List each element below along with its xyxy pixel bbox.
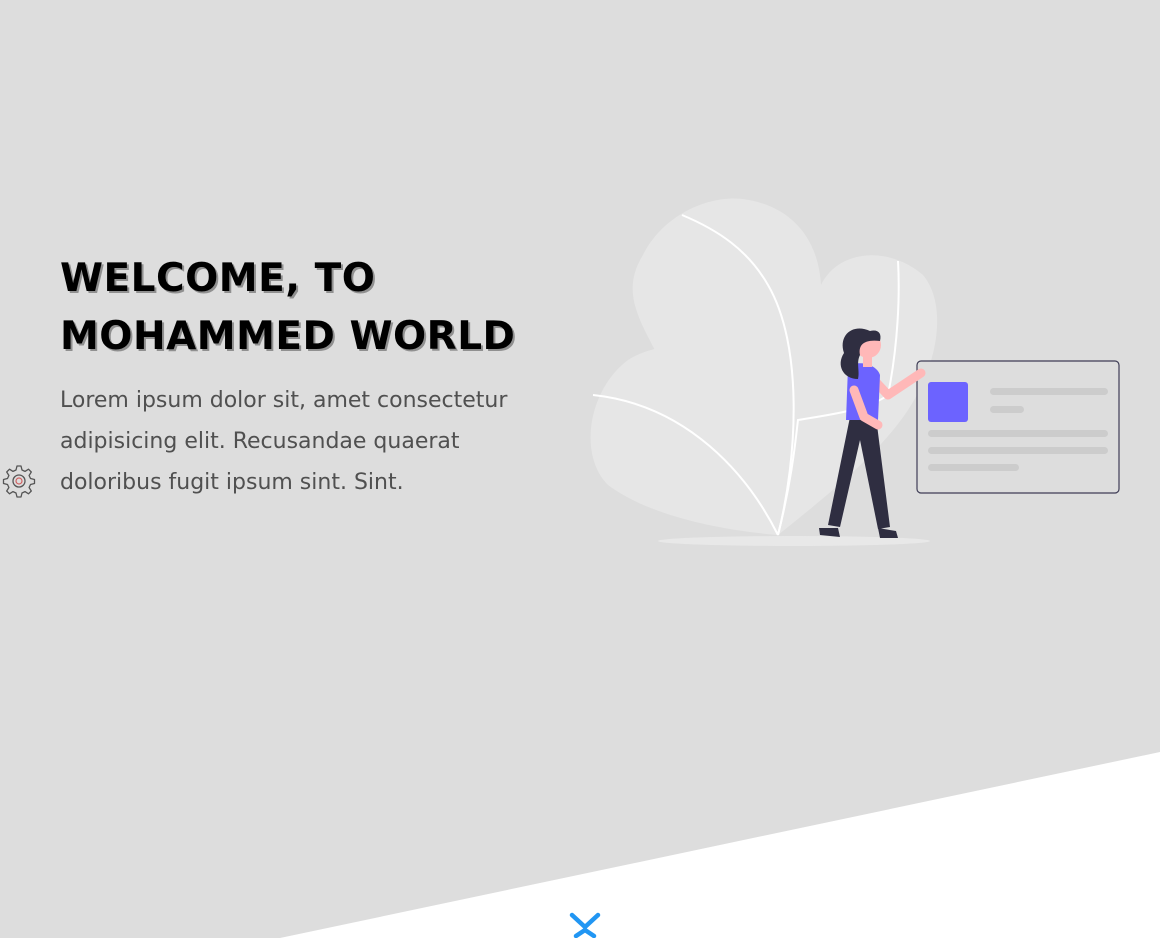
hero-text-block: WELCOME, TO MOHAMMED WORLD Lorem ipsum d…: [60, 250, 580, 503]
hero-description: Lorem ipsum dolor sit, amet consectetur …: [60, 388, 508, 495]
chevron-down-icon[interactable]: [568, 910, 602, 939]
gear-icon[interactable]: [1, 463, 37, 499]
hero-illustration: [588, 195, 1124, 551]
ui-card-image: [928, 382, 968, 422]
ui-card: [916, 360, 1120, 494]
hero-title: WELCOME, TO MOHAMMED WORLD: [60, 256, 516, 359]
